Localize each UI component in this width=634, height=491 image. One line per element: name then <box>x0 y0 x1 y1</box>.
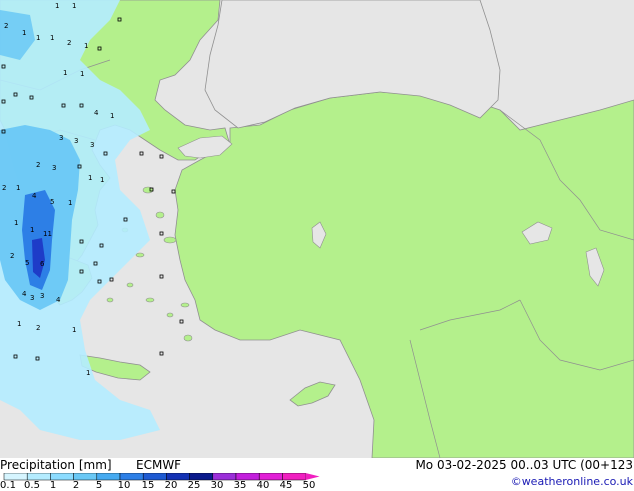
legend-tick: 50 <box>302 480 316 491</box>
legend-swatch <box>282 473 306 481</box>
legend-tick: 15 <box>141 480 155 491</box>
station-value: 3 <box>74 137 78 145</box>
station-value: 1 <box>110 112 114 120</box>
legend-tick: 35 <box>233 480 247 491</box>
precipitation-map: 2 1 1 1 2 1 1 3 2 1 1 4 1 1 3 3 2 3 1 1 … <box>0 0 634 458</box>
legend-tick: 2 <box>72 480 80 491</box>
legend-title: Precipitation [mm] <box>0 458 112 472</box>
station-value: 11 <box>43 230 52 238</box>
station-value: 3 <box>90 141 94 149</box>
station-value: 2 <box>10 252 14 260</box>
station-value: 3 <box>59 134 63 142</box>
station-value: 1 <box>30 226 34 234</box>
station-value: 2 <box>36 161 40 169</box>
station-value: 1 <box>88 174 92 182</box>
station-value: 6 <box>40 260 45 268</box>
station-value: 2 <box>67 39 71 47</box>
station-value: 1 <box>22 29 26 37</box>
station-value: 3 <box>52 164 56 172</box>
station-value: 1 <box>14 219 18 227</box>
legend-swatch <box>189 473 214 481</box>
model-name: ECMWF <box>136 458 182 472</box>
legend-tick: 25 <box>187 480 201 491</box>
legend-bar: Precipitation [mm] ECMWF Mo 03-02-2025 0… <box>0 458 634 491</box>
legend-tick: 20 <box>164 480 178 491</box>
station-value: 2 <box>4 22 8 30</box>
station-value: 4 <box>22 290 27 298</box>
legend-tick: 45 <box>279 480 293 491</box>
station-value: 1 <box>16 184 20 192</box>
station-value: 1 <box>17 320 21 328</box>
station-value: 1 <box>86 369 90 377</box>
credit-link[interactable]: ©weatheronline.co.uk <box>511 475 633 488</box>
legend-swatch <box>166 473 190 481</box>
station-value: 4 <box>56 296 61 304</box>
legend-swatch <box>212 473 237 481</box>
station-value: 1 <box>72 326 76 334</box>
station-value: 3 <box>40 292 44 300</box>
legend-swatch <box>73 473 98 481</box>
station-value: 4 <box>94 109 99 117</box>
station-value: 1 <box>84 42 88 50</box>
legend-tick: 40 <box>256 480 270 491</box>
legend-swatch <box>119 473 144 481</box>
legend-swatch <box>96 473 121 481</box>
legend-tick: 30 <box>210 480 224 491</box>
legend-swatch <box>142 473 167 481</box>
station-value: 4 <box>32 192 37 200</box>
station-value: 1 <box>100 176 104 184</box>
legend-swatch <box>3 473 28 481</box>
legend-tick: 0.5 <box>24 480 40 491</box>
valid-time: Mo 03-02-2025 00..03 UTC (00+123 <box>415 458 633 472</box>
station-value: 1 <box>55 2 59 10</box>
station-value: 1 <box>72 2 76 10</box>
station-value: 5 <box>25 259 29 267</box>
station-value: 1 <box>68 199 72 207</box>
legend-tick: 10 <box>117 480 131 491</box>
station-value: 2 <box>2 184 6 192</box>
station-value: 5 <box>50 198 54 206</box>
station-value: 3 <box>30 294 34 302</box>
legend-swatch <box>235 473 260 481</box>
station-value: 2 <box>36 324 40 332</box>
legend-tick: 0.1 <box>0 480 16 491</box>
legend-arrow <box>305 473 320 480</box>
station-value: 1 <box>63 69 67 77</box>
legend-tick: 5 <box>95 480 103 491</box>
station-value: 1 <box>50 34 54 42</box>
station-value: 1 <box>36 34 40 42</box>
station-value: 1 <box>80 70 84 78</box>
legend-swatch <box>26 473 51 481</box>
legend-tick: 1 <box>49 480 57 491</box>
legend-swatch <box>258 473 283 481</box>
legend-swatch <box>50 473 74 481</box>
